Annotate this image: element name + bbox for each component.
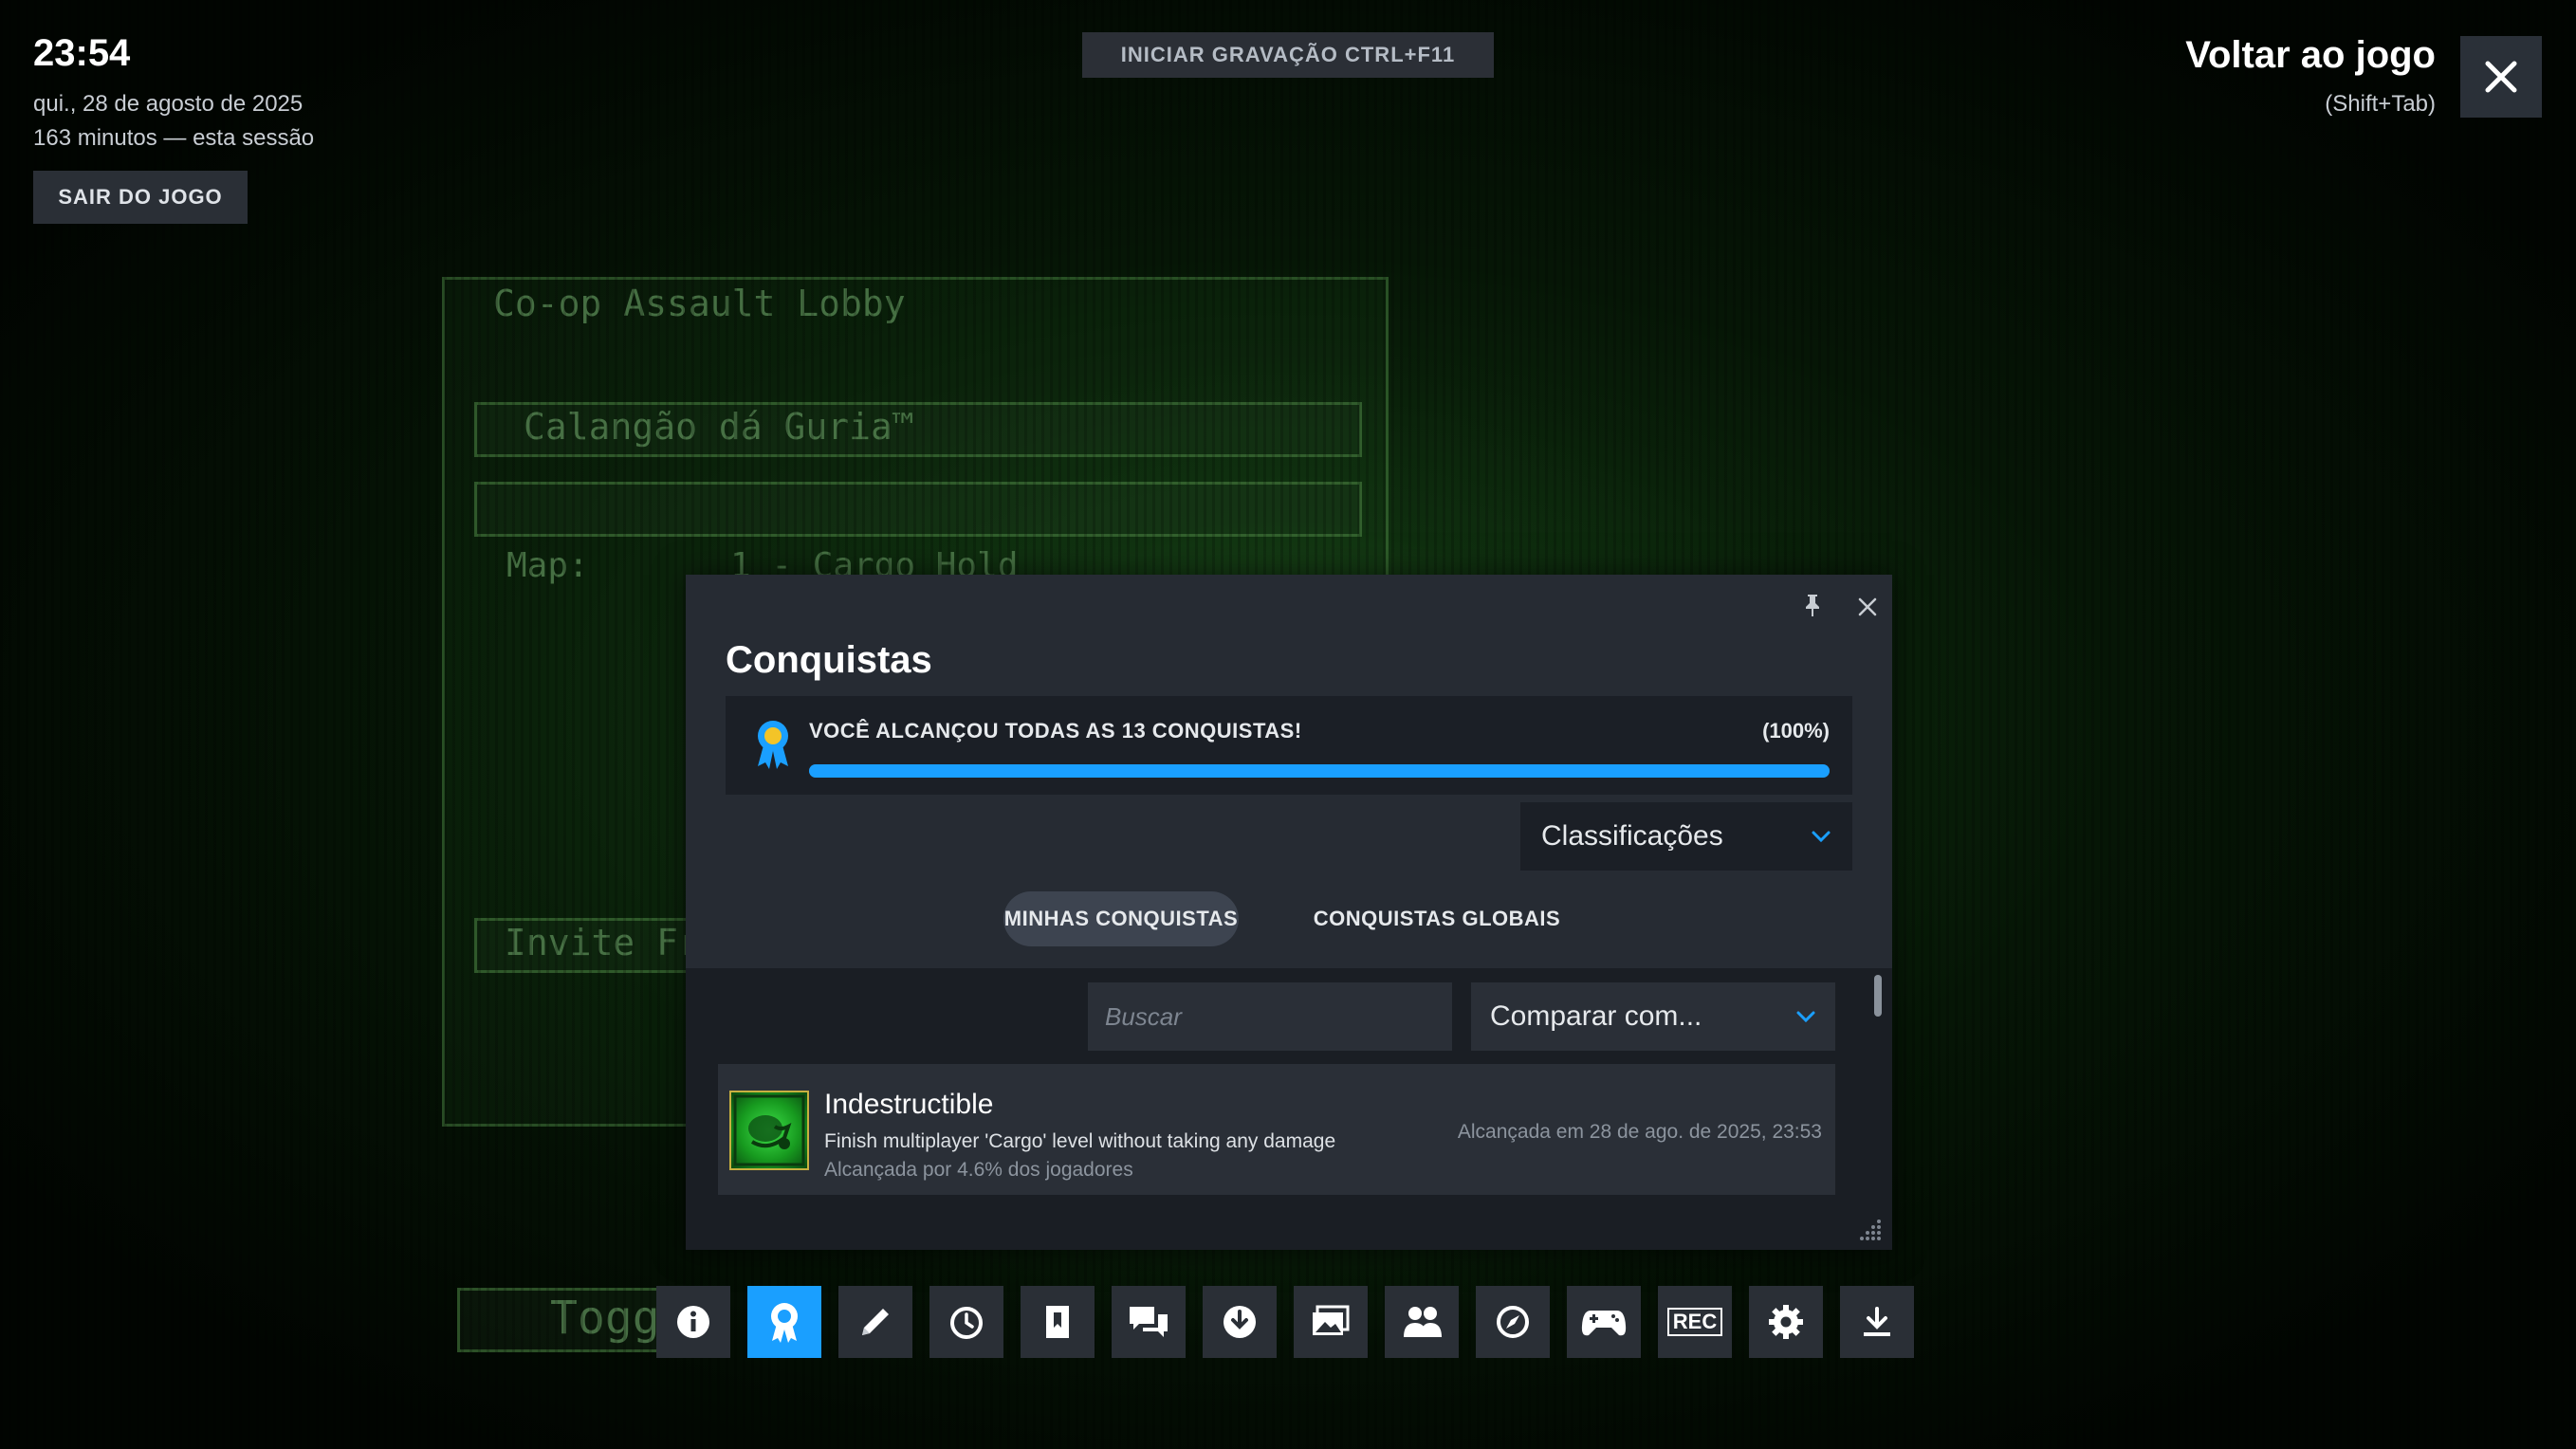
progress-bar bbox=[809, 764, 1830, 778]
achievement-global-rate: Alcançada por 4.6% dos jogadores bbox=[824, 1159, 1133, 1181]
panel-title: Conquistas bbox=[726, 639, 932, 681]
achievements-icon bbox=[771, 1303, 798, 1343]
taskbar-settings-button[interactable] bbox=[1749, 1286, 1823, 1358]
game-lobby-title: Co-op Assault Lobby bbox=[493, 283, 906, 324]
taskbar-timer-button[interactable] bbox=[929, 1286, 1003, 1358]
achievement-badge-icon bbox=[729, 1091, 809, 1170]
pin-button[interactable] bbox=[1795, 588, 1830, 622]
gear-icon bbox=[1769, 1305, 1803, 1339]
taskbar-controller-button[interactable] bbox=[1567, 1286, 1641, 1358]
minimize-icon bbox=[1864, 1307, 1890, 1336]
sort-dropdown[interactable]: Classificações bbox=[1520, 802, 1852, 871]
clock: 23:54 bbox=[33, 32, 131, 74]
scrollbar[interactable] bbox=[1874, 975, 1882, 1017]
game-player-name: Calangão dá Guria™ bbox=[524, 406, 914, 448]
taskbar-notes-button[interactable] bbox=[838, 1286, 912, 1358]
progress-label: VOCÊ ALCANÇOU TODAS AS 13 CONQUISTAS! bbox=[809, 719, 1302, 743]
taskbar-chat-button[interactable] bbox=[1112, 1286, 1186, 1358]
chevron-down-icon bbox=[1812, 831, 1831, 843]
game-empty-field bbox=[474, 482, 1362, 537]
achievement-unlock-date: Alcançada em 28 de ago. de 2025, 23:53 bbox=[1457, 1121, 1822, 1143]
game-invite-field bbox=[474, 918, 698, 973]
close-icon bbox=[1858, 597, 1877, 616]
pin-icon bbox=[1806, 595, 1819, 616]
achievement-progress: VOCÊ ALCANÇOU TODAS AS 13 CONQUISTAS! (1… bbox=[726, 696, 1852, 795]
sort-dropdown-value: Classificações bbox=[1541, 820, 1723, 852]
close-icon bbox=[2485, 61, 2517, 93]
taskbar-browser-button[interactable] bbox=[1476, 1286, 1550, 1358]
search-input[interactable] bbox=[1088, 982, 1452, 1051]
friends-icon bbox=[1404, 1307, 1442, 1337]
game-player-field bbox=[474, 402, 1362, 457]
exit-game-button[interactable]: SAIR DO JOGO bbox=[33, 171, 248, 224]
clock-icon bbox=[950, 1307, 983, 1339]
taskbar-minimize-button[interactable] bbox=[1840, 1286, 1914, 1358]
progress-percent: (100%) bbox=[1762, 719, 1830, 743]
taskbar-downloads-button[interactable] bbox=[1203, 1286, 1277, 1358]
compass-icon bbox=[1497, 1306, 1529, 1338]
medal-icon bbox=[758, 721, 788, 769]
game-map-label: Map: bbox=[506, 546, 589, 585]
close-overlay-button[interactable] bbox=[2460, 36, 2542, 118]
date-text: qui., 28 de agosto de 2025 bbox=[33, 91, 304, 117]
overlay-taskbar: REC bbox=[656, 1286, 1914, 1358]
game-toggle-field bbox=[457, 1288, 662, 1352]
taskbar-screenshots-button[interactable] bbox=[1294, 1286, 1368, 1358]
tab-global-achievements[interactable]: CONQUISTAS GLOBAIS bbox=[1300, 891, 1573, 946]
start-recording-button[interactable]: INICIAR GRAVAÇÃO CTRL+F11 bbox=[1082, 32, 1494, 78]
taskbar-recording-button[interactable]: REC bbox=[1658, 1286, 1732, 1358]
info-icon bbox=[677, 1306, 709, 1338]
tab-my-achievements[interactable]: MINHAS CONQUISTAS bbox=[1003, 891, 1239, 946]
progress-bar-fill bbox=[809, 764, 1830, 778]
compare-dropdown-value: Comparar com... bbox=[1490, 1000, 1702, 1032]
controller-icon bbox=[1581, 1311, 1627, 1336]
back-to-game-hint: (Shift+Tab) bbox=[2325, 91, 2436, 117]
screenshots-icon bbox=[1313, 1305, 1350, 1335]
compare-dropdown[interactable]: Comparar com... bbox=[1471, 982, 1835, 1051]
achievement-name: Indestructible bbox=[824, 1089, 994, 1120]
taskbar-info-button[interactable] bbox=[656, 1286, 730, 1358]
taskbar-achievements-button[interactable] bbox=[747, 1286, 821, 1358]
back-to-game-title[interactable]: Voltar ao jogo bbox=[2185, 34, 2436, 77]
achievement-description: Finish multiplayer 'Cargo' level without… bbox=[824, 1130, 1336, 1152]
taskbar-guides-button[interactable] bbox=[1021, 1286, 1095, 1358]
panel-close-button[interactable] bbox=[1849, 588, 1886, 626]
rec-icon: REC bbox=[1666, 1308, 1723, 1336]
pencil-icon bbox=[862, 1309, 889, 1335]
achievement-item[interactable]: Indestructible Finish multiplayer 'Cargo… bbox=[718, 1064, 1835, 1195]
achievements-panel: Conquistas VOCÊ ALCANÇOU TODAS AS 13 CON… bbox=[686, 575, 1892, 1250]
game-toggle-text: Togg bbox=[550, 1292, 660, 1345]
guide-book-icon bbox=[1046, 1306, 1069, 1338]
chevron-down-icon bbox=[1796, 1011, 1815, 1023]
session-time: 163 minutos — esta sessão bbox=[33, 125, 315, 151]
chat-icon bbox=[1130, 1307, 1168, 1337]
taskbar-friends-button[interactable] bbox=[1385, 1286, 1459, 1358]
resize-grip-icon[interactable] bbox=[1858, 1218, 1883, 1242]
download-icon bbox=[1224, 1306, 1256, 1338]
